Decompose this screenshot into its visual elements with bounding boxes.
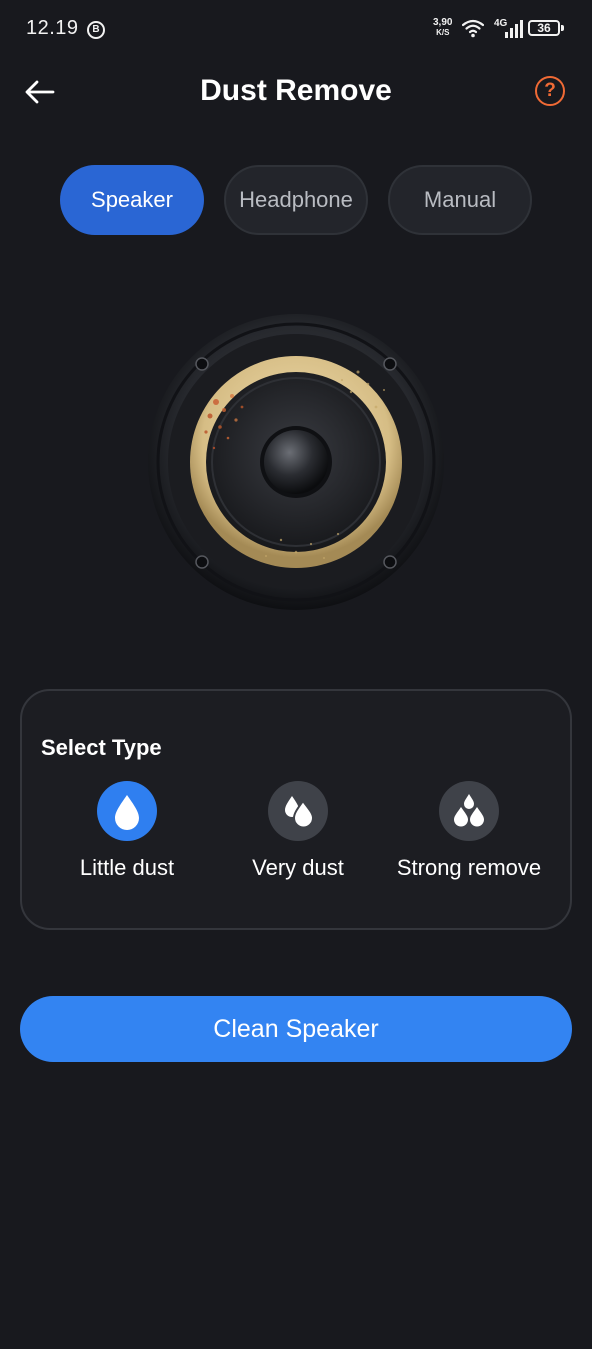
- speaker-illustration: [148, 314, 444, 610]
- tab-headphone[interactable]: Headphone: [224, 165, 368, 235]
- network-speed-value: 3,90: [433, 17, 453, 28]
- type-label-little-dust: Little dust: [79, 855, 175, 880]
- network-speed-unit: K/S: [436, 28, 450, 37]
- tab-manual[interactable]: Manual: [388, 165, 532, 235]
- page-title: Dust Remove: [200, 74, 392, 107]
- single-drop-icon: [115, 795, 139, 830]
- select-type-card: Select Type Little dust Very dust Strong…: [20, 689, 572, 930]
- clean-speaker-button[interactable]: Clean Speaker: [20, 996, 572, 1062]
- type-label-very-dust: Very dust: [252, 855, 344, 880]
- back-button[interactable]: [20, 74, 60, 110]
- help-button[interactable]: ?: [535, 76, 565, 106]
- status-bar: 12.19 B 3,90 K/S 4G 36: [0, 0, 592, 60]
- type-label-strong-remove: Strong remove: [396, 855, 542, 880]
- arrow-left-icon: [25, 80, 55, 104]
- select-type-title: Select Type: [41, 735, 162, 760]
- very-dust-circle: [268, 781, 328, 841]
- triple-drop-icon: [454, 794, 484, 827]
- question-circle-icon: ?: [544, 80, 556, 101]
- status-time: 12.19: [26, 17, 79, 39]
- type-option-very-dust[interactable]: Very dust: [208, 781, 388, 901]
- b-badge-icon: B: [87, 21, 105, 39]
- dust-remove-screen: 12.19 B 3,90 K/S 4G 36 Dust Remove ? Spe…: [0, 0, 592, 1349]
- double-drop-icon: [285, 796, 315, 829]
- tab-speaker[interactable]: Speaker: [60, 165, 204, 235]
- signal-icon: [505, 20, 523, 38]
- strong-remove-circle: [439, 781, 499, 841]
- type-option-little-dust[interactable]: Little dust: [37, 781, 217, 901]
- network-speed: 3,90 K/S: [433, 18, 452, 38]
- battery-icon: 36: [528, 20, 564, 36]
- little-dust-circle: [97, 781, 157, 841]
- type-option-strong-remove[interactable]: Strong remove: [379, 781, 559, 901]
- wifi-icon: [462, 19, 484, 38]
